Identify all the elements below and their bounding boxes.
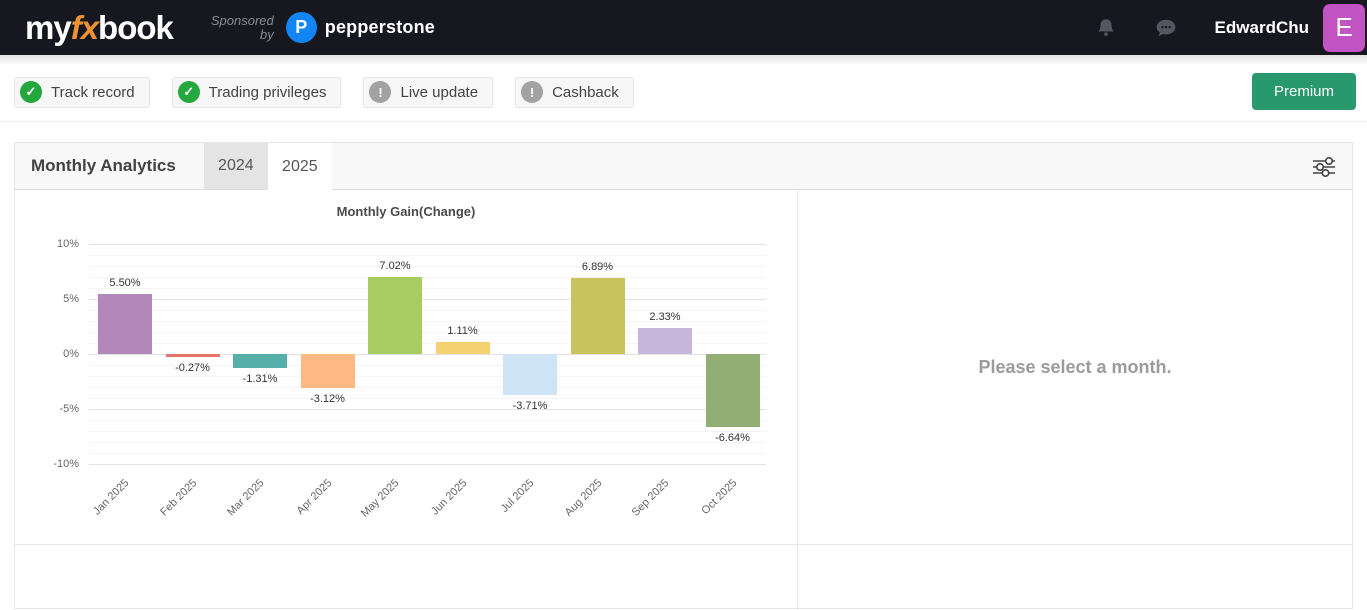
gridline bbox=[89, 464, 766, 465]
panel-body: Monthly Gain(Change) 5.50% -0.27% -1.31% -3… bbox=[15, 190, 1352, 544]
check-circle-icon: ✓ bbox=[20, 81, 42, 103]
logo-book: book bbox=[98, 8, 174, 46]
badge-track-record: ✓ Track record bbox=[14, 76, 150, 108]
gridline bbox=[89, 442, 766, 443]
gridline bbox=[89, 387, 766, 388]
chart-bar-jul-2025[interactable] bbox=[503, 354, 557, 395]
sponsored-by-block[interactable]: Sponsored by P pepperstone bbox=[211, 12, 435, 43]
pepperstone-logo-icon: P bbox=[285, 12, 317, 43]
x-axis-tick-label: Apr 2025 bbox=[293, 477, 334, 518]
bar-value-label: 2.33% bbox=[649, 311, 681, 324]
bar-value-label: 1.11% bbox=[447, 324, 478, 337]
badge-label: Trading privileges bbox=[208, 83, 327, 101]
bar-value-label: -1.31% bbox=[242, 373, 278, 386]
gridline bbox=[89, 420, 766, 421]
bell-icon[interactable] bbox=[1095, 17, 1117, 39]
badge-cashback: ! Cashback bbox=[515, 76, 634, 108]
bar-value-label: 6.89% bbox=[581, 261, 614, 274]
tab-2025[interactable]: 2025 bbox=[267, 143, 332, 190]
premium-button[interactable]: Premium bbox=[1251, 73, 1356, 110]
chart-bar-aug-2025[interactable] bbox=[570, 278, 625, 354]
y-axis-tick-label: -10% bbox=[53, 458, 79, 470]
x-axis-tick-label: Jun 2025 bbox=[428, 477, 469, 518]
navbar-right: EdwardChu E bbox=[1095, 0, 1367, 55]
status-bar: ✓ Track record ✓ Trading privileges ! Li… bbox=[0, 55, 1367, 122]
chart-plot-area: 5.50% -0.27% -1.31% -3.12% 7.02% 1.11% -3.71% 6… bbox=[89, 244, 766, 465]
badge-live-update: ! Live update bbox=[363, 76, 494, 108]
x-axis-tick-label: Sep 2025 bbox=[629, 477, 672, 519]
gridline bbox=[89, 431, 766, 432]
gridline bbox=[89, 255, 766, 256]
y-axis-tick-label: 5% bbox=[63, 293, 79, 305]
gridline bbox=[89, 376, 766, 377]
chart-bar-may-2025[interactable] bbox=[368, 276, 422, 354]
bar-value-label: -3.12% bbox=[310, 393, 345, 406]
tab-2024[interactable]: 2024 bbox=[203, 143, 268, 189]
month-detail-region: Please select a month. bbox=[798, 190, 1352, 544]
exclamation-circle-icon: ! bbox=[521, 81, 544, 103]
gridline bbox=[89, 409, 766, 410]
gridline bbox=[89, 453, 766, 454]
y-axis-tick-label: -5% bbox=[59, 403, 79, 415]
panel-bottom-section bbox=[15, 544, 1352, 610]
gridline bbox=[89, 299, 766, 300]
exclamation-circle-icon: ! bbox=[369, 81, 392, 103]
badge-label: Track record bbox=[51, 83, 135, 101]
monthly-gain-chart: Monthly Gain(Change) 5.50% -0.27% -1.31% -3… bbox=[15, 190, 798, 544]
sponsored-by-text: Sponsored by bbox=[210, 12, 274, 42]
panel-bottom-left bbox=[15, 545, 798, 610]
chart-title: Monthly Gain(Change) bbox=[336, 204, 476, 219]
gridline bbox=[89, 398, 766, 399]
myfxbook-logo[interactable]: myfxbook bbox=[25, 8, 174, 47]
chart-bar-oct-2025[interactable] bbox=[705, 354, 760, 428]
x-axis-tick-label: Jul 2025 bbox=[498, 477, 537, 515]
x-axis-tick-label: Feb 2025 bbox=[157, 477, 199, 519]
chat-icon[interactable] bbox=[1155, 17, 1177, 39]
select-month-placeholder: Please select a month. bbox=[978, 356, 1172, 377]
bar-value-label: 7.02% bbox=[379, 259, 411, 272]
username[interactable]: EdwardChu bbox=[1215, 18, 1309, 38]
sliders-icon[interactable] bbox=[1310, 153, 1338, 181]
badge-label: Live update bbox=[400, 83, 479, 101]
x-axis-tick-label: May 2025 bbox=[358, 477, 402, 520]
badge-trading-privileges: ✓ Trading privileges bbox=[171, 76, 342, 108]
pepperstone-brand-name: pepperstone bbox=[324, 17, 435, 37]
monthly-analytics-panel: Monthly Analytics 2024 2025 Monthly Gain… bbox=[14, 142, 1353, 610]
x-axis-tick-label: Jan 2025 bbox=[90, 477, 132, 518]
y-axis-tick-label: 0% bbox=[63, 348, 79, 360]
chart-bar-mar-2025[interactable] bbox=[233, 354, 287, 369]
check-circle-icon: ✓ bbox=[177, 81, 200, 103]
chart-bar-feb-2025[interactable] bbox=[165, 354, 220, 357]
panel-header: Monthly Analytics 2024 2025 bbox=[15, 143, 1352, 190]
chart-bar-jun-2025[interactable] bbox=[435, 341, 490, 354]
logo-fx: fx bbox=[70, 8, 99, 46]
chart-bar-sep-2025[interactable] bbox=[638, 328, 692, 354]
y-axis-tick-label: 10% bbox=[56, 238, 79, 250]
x-axis-tick-label: Aug 2025 bbox=[562, 477, 604, 519]
badge-label: Cashback bbox=[552, 83, 619, 101]
x-axis-tick-label: Mar 2025 bbox=[225, 477, 267, 519]
bar-value-label: 5.50% bbox=[109, 276, 141, 289]
gridline bbox=[89, 277, 766, 278]
chart-bar-jan-2025[interactable] bbox=[98, 293, 152, 354]
bar-value-label: -6.64% bbox=[715, 432, 750, 445]
gridline bbox=[89, 244, 766, 245]
logo-my: my bbox=[25, 8, 72, 46]
bar-value-label: -3.71% bbox=[512, 399, 548, 412]
gridline bbox=[89, 288, 766, 289]
panel-title: Monthly Analytics bbox=[31, 156, 176, 175]
top-navbar: myfxbook Sponsored by P pepperstone Edwa… bbox=[0, 0, 1367, 55]
avatar[interactable]: E bbox=[1323, 3, 1365, 52]
x-axis-tick-label: Oct 2025 bbox=[698, 477, 739, 518]
bar-value-label: -0.27% bbox=[175, 361, 210, 374]
chart-bar-apr-2025[interactable] bbox=[300, 354, 355, 389]
